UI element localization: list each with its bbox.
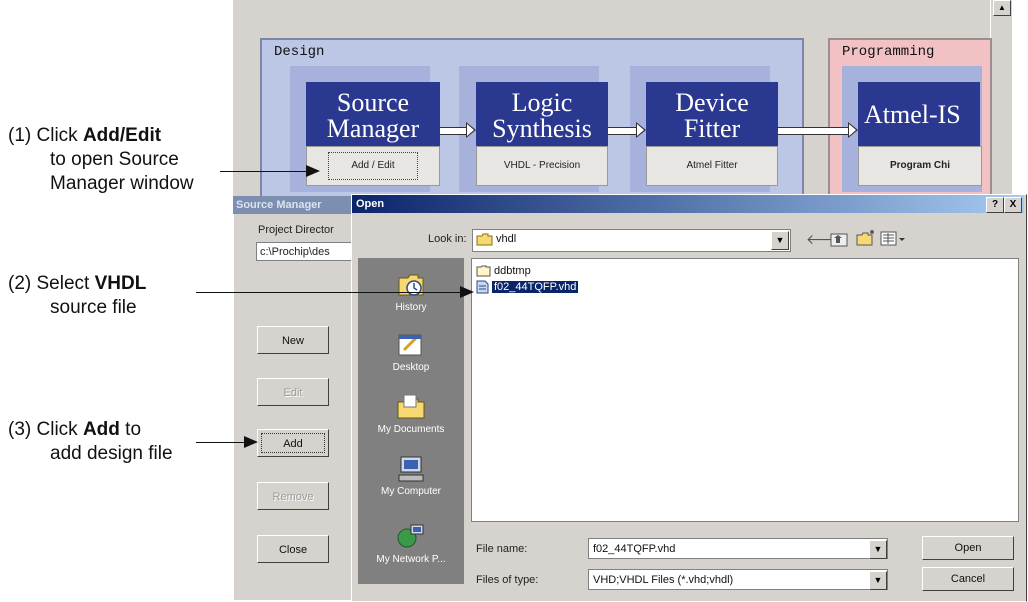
file-name-field[interactable]: f02_44TQFP.vhd bbox=[588, 538, 888, 559]
history-icon bbox=[398, 274, 424, 296]
callout-bold: Add/Edit bbox=[82, 125, 162, 146]
step-title-line1: Source bbox=[336, 88, 410, 117]
callout-step-1: (1) Click Add/Edit to open Source Manage… bbox=[8, 124, 194, 196]
callout-arrow bbox=[196, 292, 460, 293]
scroll-up-icon[interactable]: ▲ bbox=[993, 0, 1011, 16]
folder-icon bbox=[476, 233, 493, 246]
callout-text: to open Source bbox=[50, 149, 179, 170]
step-device-fitter: Device Fitter bbox=[646, 82, 778, 146]
flow-arrow bbox=[440, 127, 466, 135]
my-documents-icon bbox=[397, 394, 425, 419]
place-label: Desktop bbox=[392, 362, 430, 373]
desktop-icon bbox=[398, 334, 422, 356]
open-dialog-title: Open bbox=[356, 198, 385, 210]
callout-text: (3) Click bbox=[8, 419, 83, 440]
add-button[interactable]: Add bbox=[257, 429, 329, 457]
project-directory-field[interactable]: c:\Prochip\des bbox=[256, 242, 356, 261]
callout-text: source file bbox=[50, 297, 137, 318]
callout-text: to bbox=[119, 419, 142, 440]
vhd-file-icon bbox=[476, 280, 489, 294]
arrowhead-icon bbox=[460, 286, 474, 298]
new-folder-icon[interactable] bbox=[856, 229, 876, 247]
callout-bold: VHDL bbox=[94, 273, 147, 294]
step-title-line2: Manager bbox=[326, 114, 420, 143]
file-name: f02_44TQFP.vhd bbox=[492, 281, 579, 293]
callout-arrow bbox=[220, 171, 306, 172]
step-atmel-isp: Atmel-IS bbox=[858, 82, 980, 146]
step-title-line2: Fitter bbox=[683, 114, 741, 143]
place-label: My Network P... bbox=[376, 554, 446, 565]
program-chip-button[interactable]: Program Chi bbox=[858, 146, 982, 186]
file-list[interactable] bbox=[471, 258, 1019, 522]
project-directory-label: Project Director bbox=[258, 224, 334, 236]
folder-icon bbox=[476, 265, 491, 277]
place-label: History bbox=[395, 302, 427, 313]
open-button[interactable]: Open bbox=[922, 536, 1014, 560]
view-menu-icon[interactable] bbox=[880, 231, 906, 247]
flow-arrow bbox=[778, 127, 848, 135]
source-manager-title: Source Manager bbox=[233, 196, 353, 214]
chevron-down-icon[interactable]: ▼ bbox=[869, 540, 887, 559]
help-button[interactable]: ? bbox=[986, 197, 1004, 213]
remove-button[interactable]: Remove bbox=[257, 482, 329, 510]
step-title-line1: Device bbox=[675, 88, 749, 117]
flow-arrowhead bbox=[636, 122, 646, 138]
look-in-value: vhdl bbox=[496, 233, 517, 245]
look-in-label: Look in: bbox=[428, 233, 467, 245]
program-chip-label: Program Chi bbox=[889, 160, 950, 171]
callout-text: add design file bbox=[50, 443, 173, 464]
programming-group-label: Programming bbox=[842, 44, 935, 60]
step-source-manager: Source Manager bbox=[306, 82, 440, 146]
close-button[interactable]: Close bbox=[257, 535, 329, 563]
open-dialog-titlebar bbox=[352, 195, 1024, 213]
cancel-button[interactable]: Cancel bbox=[922, 567, 1014, 591]
step-logic-synthesis: Logic Synthesis bbox=[476, 82, 608, 146]
callout-step-2: (2) Select VHDL source file bbox=[8, 272, 146, 320]
list-item-selected[interactable]: f02_44TQFP.vhd bbox=[476, 279, 579, 295]
flow-arrowhead bbox=[466, 122, 476, 138]
arrowhead-icon bbox=[244, 436, 258, 448]
place-my-network[interactable]: My Network P... bbox=[358, 522, 464, 565]
callout-text: (2) Select bbox=[8, 273, 95, 294]
place-my-documents[interactable]: My Documents bbox=[358, 392, 464, 435]
chevron-down-icon[interactable]: ▼ bbox=[869, 571, 887, 590]
callout-text: Manager window bbox=[50, 173, 194, 194]
arrowhead-icon bbox=[306, 165, 320, 177]
place-label: My Documents bbox=[377, 424, 445, 435]
list-item[interactable]: ddbtmp bbox=[476, 263, 531, 279]
step-title-line1: Logic bbox=[511, 88, 573, 117]
callout-arrow bbox=[196, 442, 244, 443]
project-scrollbar[interactable]: ▲ bbox=[990, 0, 1013, 210]
close-dialog-button[interactable]: X bbox=[1004, 197, 1022, 213]
chevron-down-icon[interactable]: ▼ bbox=[771, 231, 789, 250]
callout-step-3: (3) Click Add to add design file bbox=[8, 418, 173, 466]
file-type-select[interactable]: VHD;VHDL Files (*.vhd;vhdl) bbox=[588, 569, 888, 590]
file-type-label: Files of type: bbox=[476, 574, 539, 586]
file-name-label: File name: bbox=[476, 543, 528, 555]
design-group-label: Design bbox=[274, 44, 325, 60]
add-edit-label: Add / Edit bbox=[328, 152, 418, 180]
up-folder-icon[interactable] bbox=[830, 231, 848, 247]
place-my-computer[interactable]: My Computer bbox=[358, 454, 464, 497]
step-title-line2: Synthesis bbox=[492, 114, 592, 143]
my-computer-icon bbox=[398, 456, 424, 482]
vhdl-precision-label: VHDL - Precision bbox=[503, 160, 581, 171]
look-in-select[interactable] bbox=[472, 229, 791, 252]
flow-arrowhead bbox=[848, 122, 858, 138]
place-label: My Computer bbox=[380, 486, 441, 497]
add-button-label: Add bbox=[283, 438, 303, 450]
callout-bold: Add bbox=[82, 419, 120, 440]
flow-arrow bbox=[608, 127, 636, 135]
atmel-fitter-label: Atmel Fitter bbox=[686, 160, 738, 171]
add-edit-button[interactable]: Add / Edit bbox=[306, 146, 440, 186]
edit-button[interactable]: Edit bbox=[257, 378, 329, 406]
vhdl-precision-button[interactable]: VHDL - Precision bbox=[476, 146, 608, 186]
place-desktop[interactable]: Desktop bbox=[358, 330, 464, 373]
step-title-line1: Atmel-IS bbox=[864, 100, 961, 129]
atmel-fitter-button[interactable]: Atmel Fitter bbox=[646, 146, 778, 186]
new-button[interactable]: New bbox=[257, 326, 329, 354]
my-network-icon bbox=[397, 524, 424, 548]
file-name: ddbtmp bbox=[494, 265, 531, 277]
callout-text: (1) Click bbox=[8, 125, 83, 146]
